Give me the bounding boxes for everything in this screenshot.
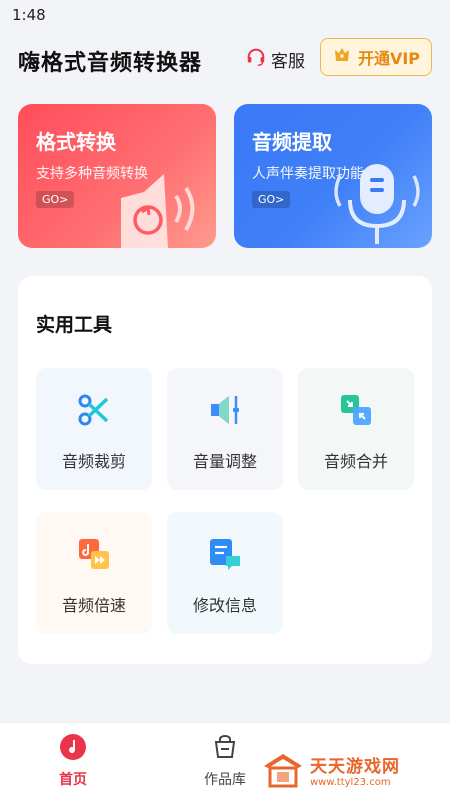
- microphone-icon: [334, 164, 420, 244]
- tool-audio-merge-label: 音频合并: [323, 452, 388, 471]
- watermark-logo-icon: [264, 754, 302, 788]
- tool-audio-speed[interactable]: 音频倍速: [36, 512, 152, 634]
- scissors-icon: [78, 394, 109, 426]
- tools-title: 实用工具: [36, 314, 113, 336]
- nav-works[interactable]: 作品库: [195, 733, 255, 789]
- format-convert-card[interactable]: 格式转换 支持多种音频转换 GO>: [18, 104, 216, 248]
- app-header: 嗨格式音频转换器 客服 开通VIP: [0, 32, 450, 90]
- vip-crown-icon: [332, 45, 352, 69]
- format-convert-go-button[interactable]: GO>: [36, 191, 75, 208]
- volume-adjust-icon: [211, 396, 239, 424]
- app-title: 嗨格式音频转换器: [18, 51, 203, 76]
- tool-audio-speed-label: 音频倍速: [61, 596, 126, 615]
- customer-service-label: 客服: [271, 52, 305, 72]
- tools-panel: 实用工具 音频裁剪 音量调整 音频合并 音频倍速 修改信息: [18, 276, 432, 664]
- audio-extract-card[interactable]: 音频提取 人声伴奏提取功能 GO>: [234, 104, 432, 248]
- headset-icon: [245, 46, 267, 73]
- tool-audio-merge[interactable]: 音频合并: [298, 368, 414, 490]
- tool-audio-cut[interactable]: 音频裁剪: [36, 368, 152, 490]
- tool-volume-adjust-label: 音量调整: [192, 452, 257, 471]
- audio-extract-title: 音频提取: [252, 130, 332, 154]
- nav-home[interactable]: 首页: [48, 733, 98, 789]
- status-time: 1:48: [12, 6, 46, 24]
- nav-home-label: 首页: [59, 772, 87, 788]
- merge-icon: [341, 395, 371, 425]
- watermark: 天天游戏网 www.ttyl23.com: [262, 752, 400, 788]
- tool-edit-info[interactable]: 修改信息: [167, 512, 283, 634]
- open-vip-label: 开通VIP: [357, 49, 421, 68]
- music-note-icon: [60, 734, 86, 760]
- edit-info-icon: [210, 539, 240, 570]
- speaker-convert-icon: [121, 174, 195, 248]
- format-convert-title: 格式转换: [36, 130, 116, 154]
- bag-icon: [214, 735, 236, 758]
- nav-works-label: 作品库: [204, 772, 246, 788]
- tool-volume-adjust[interactable]: 音量调整: [167, 368, 283, 490]
- customer-service-button[interactable]: 客服: [245, 46, 305, 73]
- watermark-name: 天天游戏网: [310, 757, 400, 777]
- open-vip-button[interactable]: 开通VIP: [320, 38, 432, 76]
- speed-icon: [79, 539, 109, 569]
- tool-edit-info-label: 修改信息: [192, 596, 257, 615]
- audio-extract-go-button[interactable]: GO>: [252, 191, 291, 208]
- watermark-url: www.ttyl23.com: [310, 777, 391, 788]
- status-bar: 1:48: [0, 0, 450, 32]
- tool-audio-cut-label: 音频裁剪: [61, 452, 126, 471]
